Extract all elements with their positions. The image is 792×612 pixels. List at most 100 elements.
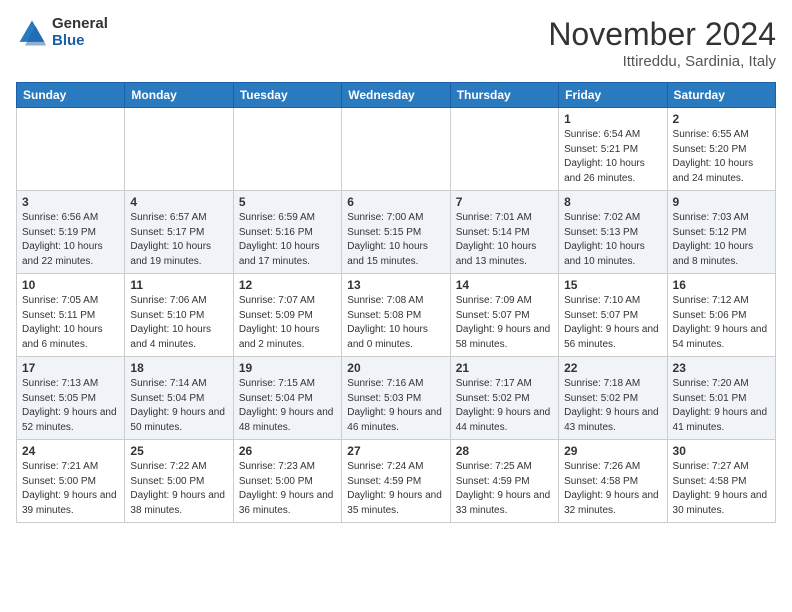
calendar-cell: 26Sunrise: 7:23 AM Sunset: 5:00 PM Dayli… [233,440,341,523]
calendar-cell: 1Sunrise: 6:54 AM Sunset: 5:21 PM Daylig… [559,108,667,191]
day-number: 7 [456,195,553,209]
calendar-cell: 19Sunrise: 7:15 AM Sunset: 5:04 PM Dayli… [233,357,341,440]
day-info: Sunrise: 6:59 AM Sunset: 5:16 PM Dayligh… [239,211,336,269]
calendar-cell: 21Sunrise: 7:17 AM Sunset: 5:02 PM Dayli… [450,357,558,440]
day-info: Sunrise: 7:25 AM Sunset: 4:59 PM Dayligh… [456,460,553,518]
day-number: 30 [673,444,770,458]
calendar-cell: 7 Sunrise: 7:01 AM Sunset: 5:14 PM Daylig… [450,191,558,274]
calendar-cell: 23Sunrise: 7:20 AM Sunset: 5:01 PM Dayli… [667,357,775,440]
day-number: 17 [22,361,119,375]
calendar-cell: 29 Sunrise: 7:26 AM Sunset: 4:58 PM Dayli… [559,440,667,523]
day-number: 6 [347,195,444,209]
calendar-cell: 15Sunrise: 7:10 AM Sunset: 5:07 PM Dayli… [559,274,667,357]
day-info: Sunrise: 7:12 AM Sunset: 5:06 PM Dayligh… [673,294,770,352]
calendar-cell: 3 Sunrise: 6:56 AM Sunset: 5:19 PM Daylig… [17,191,125,274]
calendar-cell [125,108,233,191]
day-info: Sunrise: 7:02 AM Sunset: 5:13 PM Dayligh… [564,211,661,269]
month-title: November 2024 [548,16,776,53]
day-info: Sunrise: 7:16 AM Sunset: 5:03 PM Dayligh… [347,377,444,435]
day-number: 13 [347,278,444,292]
day-number: 15 [564,278,661,292]
day-number: 11 [130,278,227,292]
weekday-header-sunday: Sunday [17,83,125,108]
weekday-header-row: SundayMondayTuesdayWednesdayThursdayFrid… [17,83,776,108]
title-block: November 2024 Ittireddu, Sardinia, Italy [548,16,776,70]
calendar-week-2: 3 Sunrise: 6:56 AM Sunset: 5:19 PM Daylig… [17,191,776,274]
calendar-cell: 4 Sunrise: 6:57 AM Sunset: 5:17 PM Daylig… [125,191,233,274]
day-number: 22 [564,361,661,375]
day-info: Sunrise: 6:55 AM Sunset: 5:20 PM Dayligh… [673,128,770,186]
logo-icon [16,17,48,49]
day-info: Sunrise: 7:00 AM Sunset: 5:15 PM Dayligh… [347,211,444,269]
day-number: 28 [456,444,553,458]
day-number: 29 [564,444,661,458]
weekday-header-saturday: Saturday [667,83,775,108]
calendar-cell [17,108,125,191]
calendar-cell: 11Sunrise: 7:06 AM Sunset: 5:10 PM Dayli… [125,274,233,357]
day-number: 26 [239,444,336,458]
calendar-week-3: 10 Sunrise: 7:05 AM Sunset: 5:11 PM Dayli… [17,274,776,357]
logo: General Blue [16,16,108,49]
day-number: 18 [130,361,227,375]
calendar-cell [233,108,341,191]
day-number: 16 [673,278,770,292]
calendar-table: SundayMondayTuesdayWednesdayThursdayFrid… [16,82,776,523]
weekday-header-thursday: Thursday [450,83,558,108]
calendar-cell: 30 Sunrise: 7:27 AM Sunset: 4:58 PM Dayli… [667,440,775,523]
calendar-week-5: 24 Sunrise: 7:21 AM Sunset: 5:00 PM Dayli… [17,440,776,523]
day-number: 21 [456,361,553,375]
day-info: Sunrise: 7:03 AM Sunset: 5:12 PM Dayligh… [673,211,770,269]
day-number: 24 [22,444,119,458]
calendar-week-4: 17 Sunrise: 7:13 AM Sunset: 5:05 PM Dayli… [17,357,776,440]
day-info: Sunrise: 7:26 AM Sunset: 4:58 PM Dayligh… [564,460,661,518]
calendar-cell: 28 Sunrise: 7:25 AM Sunset: 4:59 PM Dayli… [450,440,558,523]
weekday-header-tuesday: Tuesday [233,83,341,108]
calendar-cell [342,108,450,191]
logo-blue: Blue [52,33,108,50]
day-info: Sunrise: 7:15 AM Sunset: 5:04 PM Dayligh… [239,377,336,435]
calendar-cell: 13 Sunrise: 7:08 AM Sunset: 5:08 PM Dayli… [342,274,450,357]
day-info: Sunrise: 6:57 AM Sunset: 5:17 PM Dayligh… [130,211,227,269]
day-number: 10 [22,278,119,292]
day-number: 12 [239,278,336,292]
calendar-week-1: 1Sunrise: 6:54 AM Sunset: 5:21 PM Daylig… [17,108,776,191]
day-info: Sunrise: 7:18 AM Sunset: 5:02 PM Dayligh… [564,377,661,435]
calendar-cell: 24 Sunrise: 7:21 AM Sunset: 5:00 PM Dayli… [17,440,125,523]
day-info: Sunrise: 7:07 AM Sunset: 5:09 PM Dayligh… [239,294,336,352]
day-info: Sunrise: 7:24 AM Sunset: 4:59 PM Dayligh… [347,460,444,518]
day-info: Sunrise: 7:13 AM Sunset: 5:05 PM Dayligh… [22,377,119,435]
day-info: Sunrise: 7:01 AM Sunset: 5:14 PM Dayligh… [456,211,553,269]
calendar-cell: 17 Sunrise: 7:13 AM Sunset: 5:05 PM Dayli… [17,357,125,440]
day-info: Sunrise: 6:54 AM Sunset: 5:21 PM Dayligh… [564,128,661,186]
day-info: Sunrise: 7:08 AM Sunset: 5:08 PM Dayligh… [347,294,444,352]
calendar-cell: 27 Sunrise: 7:24 AM Sunset: 4:59 PM Dayli… [342,440,450,523]
day-info: Sunrise: 7:14 AM Sunset: 5:04 PM Dayligh… [130,377,227,435]
logo-general: General [52,16,108,33]
day-info: Sunrise: 7:21 AM Sunset: 5:00 PM Dayligh… [22,460,119,518]
location: Ittireddu, Sardinia, Italy [548,53,776,70]
day-number: 5 [239,195,336,209]
day-number: 4 [130,195,227,209]
weekday-header-friday: Friday [559,83,667,108]
day-number: 25 [130,444,227,458]
calendar-cell: 10 Sunrise: 7:05 AM Sunset: 5:11 PM Dayli… [17,274,125,357]
calendar-cell: 8Sunrise: 7:02 AM Sunset: 5:13 PM Daylig… [559,191,667,274]
calendar-cell: 5 Sunrise: 6:59 AM Sunset: 5:16 PM Daylig… [233,191,341,274]
calendar-cell: 18 Sunrise: 7:14 AM Sunset: 5:04 PM Dayli… [125,357,233,440]
day-info: Sunrise: 6:56 AM Sunset: 5:19 PM Dayligh… [22,211,119,269]
calendar-cell: 22 Sunrise: 7:18 AM Sunset: 5:02 PM Dayli… [559,357,667,440]
calendar-cell: 20Sunrise: 7:16 AM Sunset: 5:03 PM Dayli… [342,357,450,440]
day-info: Sunrise: 7:09 AM Sunset: 5:07 PM Dayligh… [456,294,553,352]
calendar-cell: 25 Sunrise: 7:22 AM Sunset: 5:00 PM Dayli… [125,440,233,523]
calendar-cell: 12 Sunrise: 7:07 AM Sunset: 5:09 PM Dayli… [233,274,341,357]
calendar-cell: 14Sunrise: 7:09 AM Sunset: 5:07 PM Dayli… [450,274,558,357]
weekday-header-monday: Monday [125,83,233,108]
day-info: Sunrise: 7:27 AM Sunset: 4:58 PM Dayligh… [673,460,770,518]
calendar-cell [450,108,558,191]
day-info: Sunrise: 7:22 AM Sunset: 5:00 PM Dayligh… [130,460,227,518]
day-number: 27 [347,444,444,458]
calendar-cell: 2Sunrise: 6:55 AM Sunset: 5:20 PM Daylig… [667,108,775,191]
day-number: 3 [22,195,119,209]
day-info: Sunrise: 7:05 AM Sunset: 5:11 PM Dayligh… [22,294,119,352]
day-number: 9 [673,195,770,209]
